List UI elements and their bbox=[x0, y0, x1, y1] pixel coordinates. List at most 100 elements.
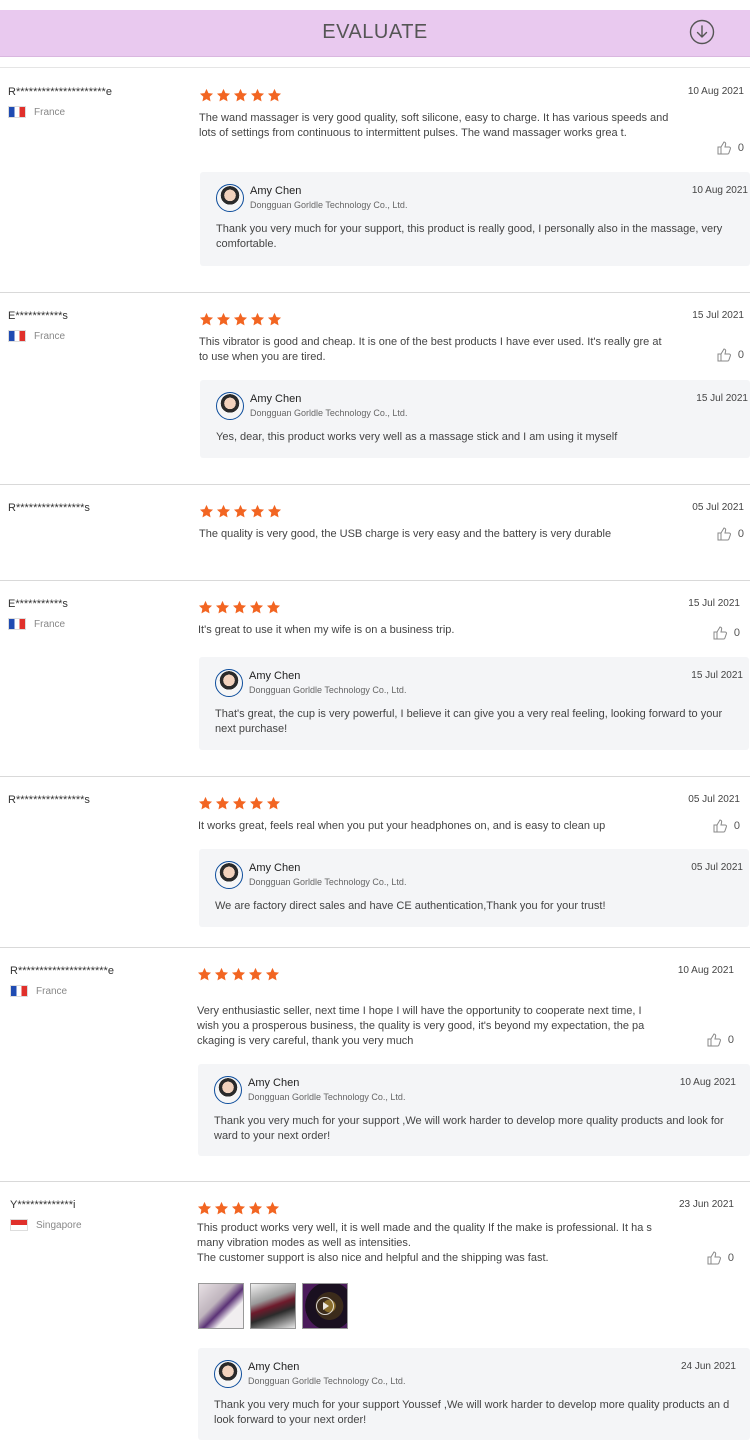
reply-text: That's great, the cup is very powerful, … bbox=[215, 708, 723, 735]
star-icon bbox=[216, 504, 231, 518]
review-photo[interactable] bbox=[250, 1283, 296, 1329]
france-flag-icon bbox=[8, 618, 26, 630]
reply-author: Amy Chen bbox=[249, 862, 301, 874]
star-rating bbox=[199, 504, 282, 519]
review-video[interactable] bbox=[302, 1283, 348, 1329]
like-count: 0 bbox=[737, 142, 744, 154]
like-button[interactable]: 0 bbox=[716, 347, 744, 363]
star-icon bbox=[199, 312, 214, 326]
like-button[interactable]: 0 bbox=[712, 625, 740, 641]
star-icon bbox=[232, 600, 247, 614]
star-icon bbox=[216, 88, 231, 102]
like-button[interactable]: 0 bbox=[712, 818, 740, 834]
like-count: 0 bbox=[727, 1034, 734, 1046]
reply-date: 24 Jun 2021 bbox=[680, 1361, 736, 1372]
seller-reply: Amy Chen Dongguan Gorldle Technology Co.… bbox=[198, 1348, 750, 1440]
like-button[interactable]: 0 bbox=[716, 140, 744, 156]
star-icon bbox=[215, 796, 230, 810]
star-rating bbox=[199, 88, 282, 103]
star-icon bbox=[265, 967, 280, 981]
review-text: The quality is very good, the USB charge… bbox=[199, 528, 612, 540]
star-rating bbox=[197, 967, 280, 982]
reply-company: Dongguan Gorldle Technology Co., Ltd. bbox=[250, 408, 408, 418]
reply-company: Dongguan Gorldle Technology Co., Ltd. bbox=[249, 877, 407, 887]
reply-company: Dongguan Gorldle Technology Co., Ltd. bbox=[249, 685, 407, 695]
seller-reply: Amy Chen Dongguan Gorldle Technology Co.… bbox=[198, 1064, 750, 1156]
star-icon bbox=[250, 312, 265, 326]
review-item: R*********************e France 10 Aug 20… bbox=[0, 68, 750, 293]
star-rating bbox=[199, 312, 282, 327]
star-icon bbox=[250, 88, 265, 102]
like-button[interactable]: 0 bbox=[706, 1032, 734, 1048]
thumbs-up-icon bbox=[717, 141, 731, 155]
star-icon bbox=[267, 504, 282, 518]
review-date: 15 Jul 2021 bbox=[688, 598, 740, 609]
avatar bbox=[215, 669, 243, 697]
reviewer-name: E***********s bbox=[8, 598, 68, 610]
like-count: 0 bbox=[737, 349, 744, 361]
reply-date: 10 Aug 2021 bbox=[679, 1077, 736, 1088]
seller-reply: Amy Chen Dongguan Gorldle Technology Co.… bbox=[199, 849, 749, 927]
star-icon bbox=[199, 88, 214, 102]
like-count: 0 bbox=[733, 820, 740, 832]
star-icon bbox=[198, 600, 213, 614]
reply-date: 15 Jul 2021 bbox=[691, 670, 743, 681]
seller-reply: Amy Chen Dongguan Gorldle Technology Co.… bbox=[200, 380, 750, 458]
reply-text: Thank you very much for your support, th… bbox=[216, 223, 723, 250]
star-icon bbox=[215, 600, 230, 614]
review-date: 05 Jul 2021 bbox=[692, 502, 744, 513]
download-icon[interactable] bbox=[689, 19, 715, 45]
review-date: 05 Jul 2021 bbox=[688, 794, 740, 805]
reviewer-name: Y*************i bbox=[10, 1199, 76, 1211]
review-date: 23 Jun 2021 bbox=[678, 1199, 734, 1210]
star-icon bbox=[267, 88, 282, 102]
review-date: 15 Jul 2021 bbox=[692, 310, 744, 321]
france-flag-icon bbox=[8, 330, 26, 342]
star-icon bbox=[250, 504, 265, 518]
reply-company: Dongguan Gorldle Technology Co., Ltd. bbox=[250, 200, 408, 210]
thumbs-up-icon bbox=[717, 527, 731, 541]
avatar bbox=[215, 861, 243, 889]
reply-text: We are factory direct sales and have CE … bbox=[215, 900, 606, 912]
reviewer-name: E***********s bbox=[8, 310, 68, 322]
review-photo[interactable] bbox=[198, 1283, 244, 1329]
reply-author: Amy Chen bbox=[248, 1361, 300, 1373]
reply-author: Amy Chen bbox=[250, 185, 302, 197]
singapore-flag-icon bbox=[10, 1219, 28, 1231]
star-icon bbox=[199, 504, 214, 518]
france-flag-icon bbox=[10, 985, 28, 997]
star-rating bbox=[197, 1201, 280, 1216]
star-icon bbox=[266, 600, 281, 614]
review-item: E***********s France 15 Jul 2021 This vi… bbox=[0, 292, 750, 485]
star-icon bbox=[232, 796, 247, 810]
reply-date: 15 Jul 2021 bbox=[696, 393, 748, 404]
review-item: E***********s France 15 Jul 2021 It's gr… bbox=[0, 580, 750, 777]
review-date: 10 Aug 2021 bbox=[687, 86, 744, 97]
review-item: Y*************i Singapore 23 Jun 2021 Th… bbox=[0, 1181, 750, 1450]
star-icon bbox=[248, 1201, 263, 1215]
star-icon bbox=[198, 796, 213, 810]
reply-company: Dongguan Gorldle Technology Co., Ltd. bbox=[248, 1376, 406, 1386]
review-text: Very enthusiastic seller, next time I ho… bbox=[197, 1005, 645, 1047]
reply-author: Amy Chen bbox=[250, 393, 302, 405]
reply-company: Dongguan Gorldle Technology Co., Ltd. bbox=[248, 1092, 406, 1102]
star-icon bbox=[231, 967, 246, 981]
star-icon bbox=[249, 796, 264, 810]
section-title: EVALUATE bbox=[322, 21, 428, 43]
star-icon bbox=[267, 312, 282, 326]
star-rating bbox=[198, 600, 281, 615]
review-date: 10 Aug 2021 bbox=[677, 965, 734, 976]
like-button[interactable]: 0 bbox=[706, 1250, 734, 1266]
review-item: R****************s 05 Jul 2021 The quali… bbox=[0, 484, 750, 581]
seller-reply: Amy Chen Dongguan Gorldle Technology Co.… bbox=[200, 172, 750, 266]
review-photos bbox=[198, 1283, 348, 1329]
avatar bbox=[216, 184, 244, 212]
avatar bbox=[214, 1360, 242, 1388]
france-flag-icon bbox=[8, 106, 26, 118]
reply-date: 05 Jul 2021 bbox=[691, 862, 743, 873]
review-text: This vibrator is good and cheap. It is o… bbox=[199, 336, 662, 363]
like-count: 0 bbox=[737, 528, 744, 540]
thumbs-up-icon bbox=[713, 819, 727, 833]
reviewer-country: France bbox=[10, 985, 67, 997]
like-button[interactable]: 0 bbox=[716, 526, 744, 542]
